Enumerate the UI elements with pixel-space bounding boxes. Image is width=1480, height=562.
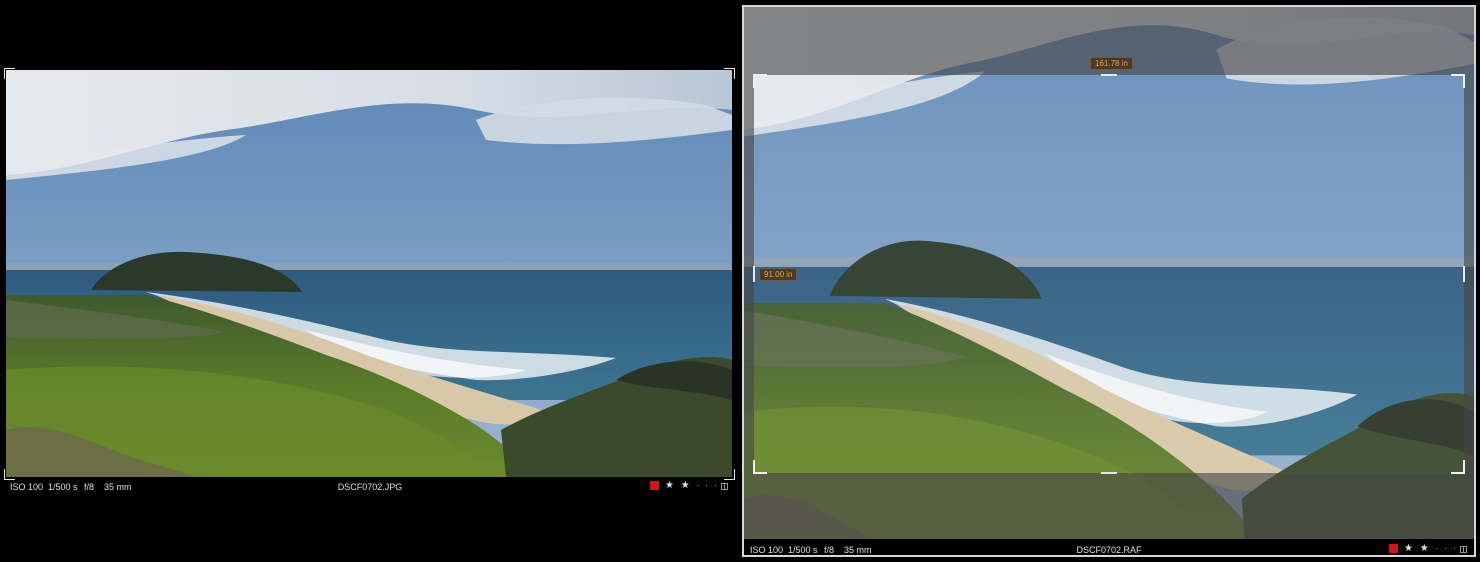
right-viewer[interactable]: 161.78 in 91.00 in ISO 100 1/500 s f/8 3… (742, 5, 1476, 557)
star-rating[interactable]: ★ ★ · · · (1404, 543, 1458, 554)
filename: DSCF0702.RAF (1076, 545, 1142, 555)
crop-mask-bottom (744, 473, 1474, 539)
empty-stars: · · · (696, 481, 719, 490)
crop-height-readout: 91.00 in (759, 268, 798, 281)
frame-corner-tl (4, 68, 15, 79)
landscape-image (6, 70, 732, 477)
frame-corner-tr (724, 68, 735, 79)
photo-preview-jpg[interactable] (6, 70, 732, 477)
filename: DSCF0702.JPG (337, 482, 403, 492)
color-label-red[interactable] (650, 481, 659, 490)
crop-box[interactable] (753, 74, 1465, 474)
crop-handle-bottom-mid[interactable] (1101, 472, 1117, 474)
left-viewer[interactable]: ISO 100 1/500 s f/8 35 mm DSCF0702.JPG ★… (0, 0, 740, 562)
filled-stars: ★ ★ (665, 480, 692, 491)
crop-mask-right (1464, 75, 1474, 473)
empty-stars: · · · (1435, 544, 1458, 553)
compare-grid-icon[interactable] (1460, 546, 1467, 553)
star-rating[interactable]: ★ ★ · · · (665, 480, 719, 491)
crop-handle-bottom-left[interactable] (753, 460, 767, 474)
info-bar: ISO 100 1/500 s f/8 35 mm DSCF0702.RAF ★… (744, 541, 1474, 561)
crop-handle-top-left[interactable] (753, 74, 767, 88)
compare-grid-icon[interactable] (721, 483, 728, 490)
info-bar: ISO 100 1/500 s f/8 35 mm DSCF0702.JPG ★… (0, 478, 740, 498)
crop-width-readout: 161.78 in (1090, 57, 1133, 70)
crop-handle-top-right[interactable] (1451, 74, 1465, 88)
color-label-red[interactable] (1389, 544, 1398, 553)
crop-handle-bottom-right[interactable] (1451, 460, 1465, 474)
crop-handle-left-mid[interactable] (753, 266, 755, 282)
filled-stars: ★ ★ (1404, 543, 1431, 554)
crop-handle-top-mid[interactable] (1101, 74, 1117, 76)
crop-handle-right-mid[interactable] (1463, 266, 1465, 282)
